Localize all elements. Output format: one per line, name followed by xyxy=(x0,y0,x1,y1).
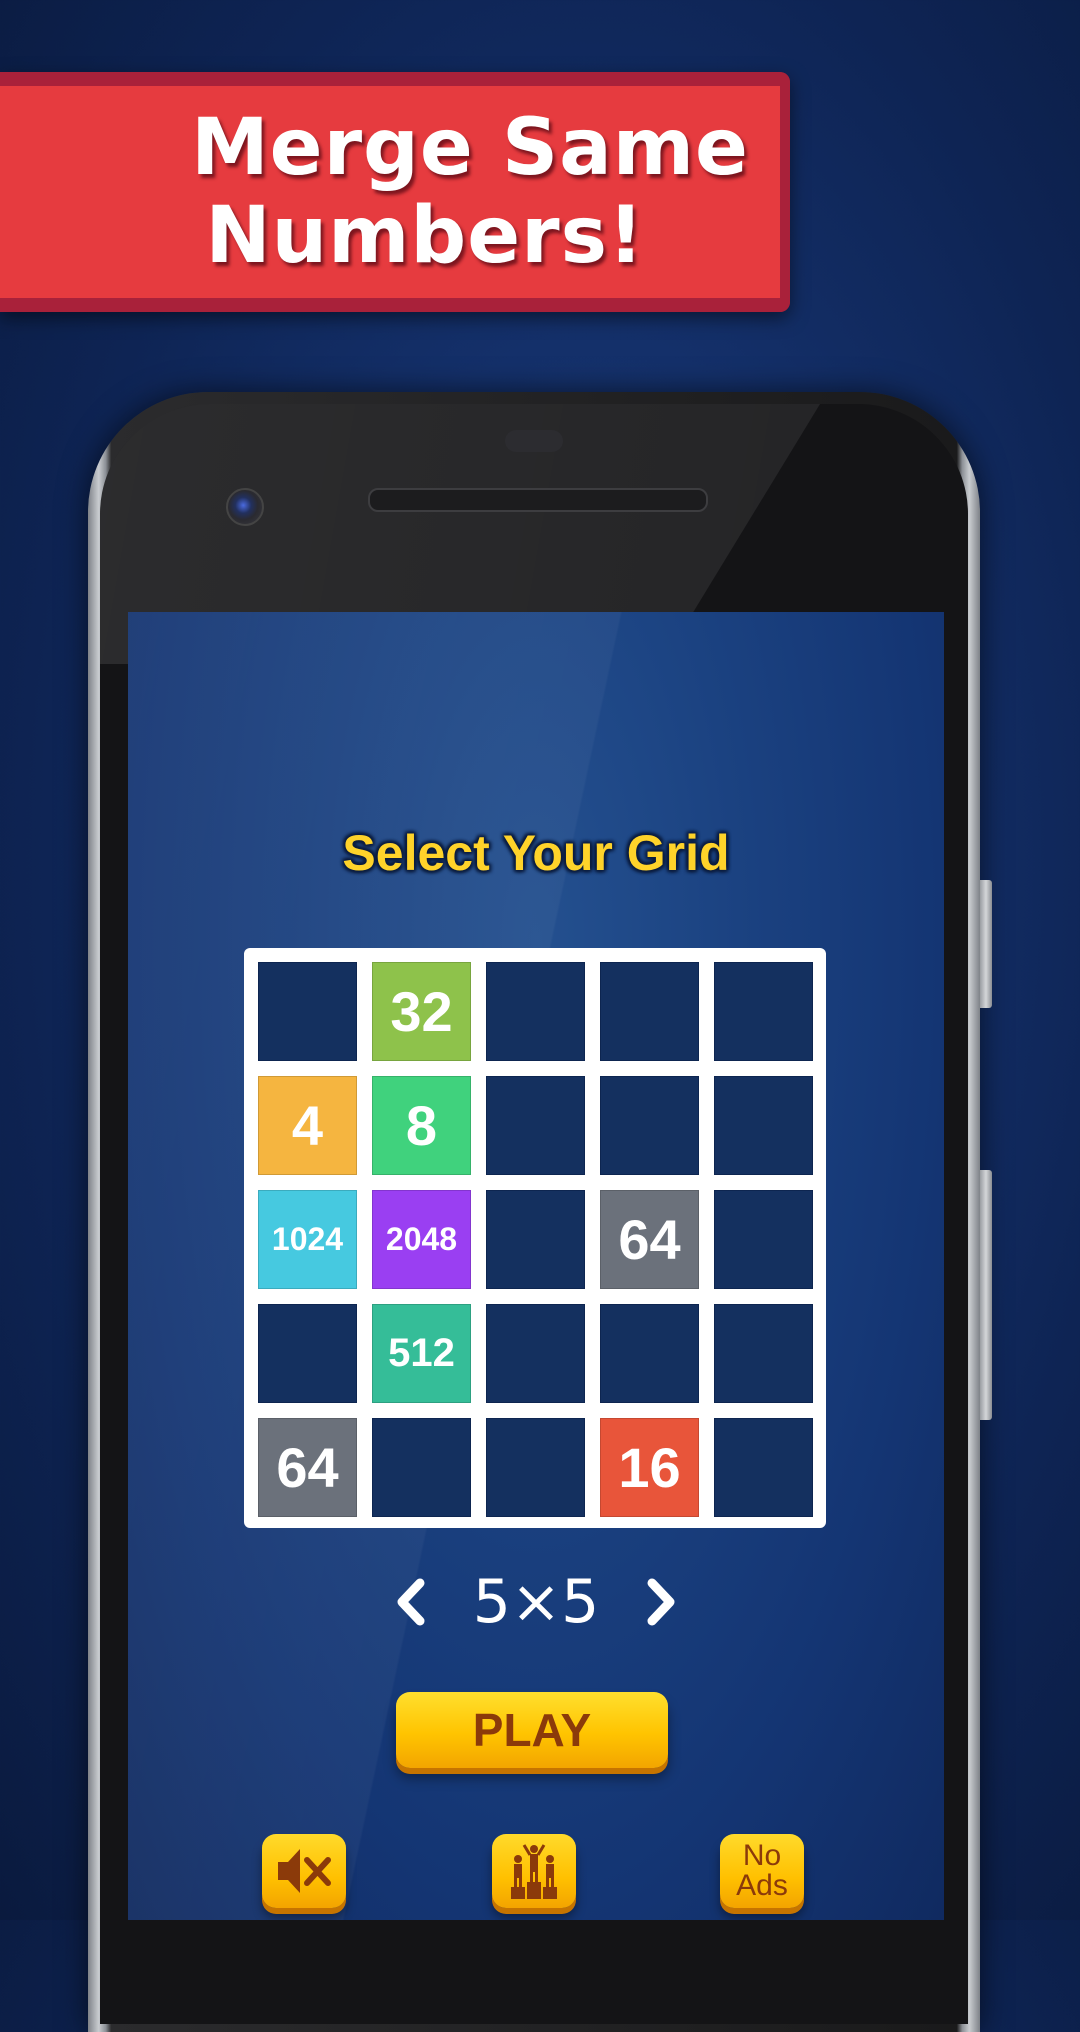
grid-tile: 2048 xyxy=(372,1190,471,1289)
grid-cell-empty xyxy=(372,1418,471,1517)
phone-earpiece xyxy=(368,488,708,512)
grid-tile: 64 xyxy=(258,1418,357,1517)
game-screen: Select Your Grid 32 4 8 1024 2048 64 512 64 16 5… xyxy=(128,612,944,1920)
grid-cell-empty xyxy=(486,962,585,1061)
phone-volume-button xyxy=(980,1170,992,1420)
grid-cell-empty xyxy=(714,962,813,1061)
grid-cell-empty xyxy=(600,1076,699,1175)
phone-sensor xyxy=(505,430,563,452)
banner-headline-line1: Merge Same xyxy=(191,103,749,193)
sound-toggle-button[interactable] xyxy=(262,1834,346,1908)
no-ads-label-line1: No xyxy=(742,1839,782,1872)
grid-cell-empty xyxy=(486,1418,585,1517)
grid-cell-empty xyxy=(258,962,357,1061)
grid-tile: 8 xyxy=(372,1076,471,1175)
grid-cell-empty xyxy=(600,962,699,1061)
promo-banner: Merge Same Numbers! xyxy=(0,72,790,312)
grid-size-label: 5×5 xyxy=(472,1567,600,1637)
grid-size-selector: 5×5 xyxy=(128,1562,944,1642)
no-ads-label-line2: Ads xyxy=(736,1869,788,1902)
grid-preview-board: 32 4 8 1024 2048 64 512 64 16 xyxy=(244,948,826,1528)
grid-cell-empty xyxy=(486,1076,585,1175)
grid-cell-empty xyxy=(714,1418,813,1517)
grid-cell-empty xyxy=(714,1304,813,1403)
grid-tile: 1024 xyxy=(258,1190,357,1289)
page-title: Select Your Grid xyxy=(342,825,730,881)
next-grid-size-button[interactable] xyxy=(631,1572,691,1632)
grid-cell-empty xyxy=(600,1304,699,1403)
no-ads-label: No Ads xyxy=(736,1841,788,1901)
grid-tile: 32 xyxy=(372,962,471,1061)
prev-grid-size-button[interactable] xyxy=(381,1572,441,1632)
grid-cell-empty xyxy=(486,1304,585,1403)
grid-tile: 4 xyxy=(258,1076,357,1175)
grid-tile: 512 xyxy=(372,1304,471,1403)
grid-cell-empty xyxy=(258,1304,357,1403)
chevron-left-icon xyxy=(397,1578,425,1626)
no-ads-button[interactable]: No Ads xyxy=(720,1834,804,1908)
leaderboard-button[interactable] xyxy=(492,1834,576,1908)
banner-headline-line2: Numbers! xyxy=(205,191,645,281)
chevron-right-icon xyxy=(647,1578,675,1626)
front-camera-icon xyxy=(226,488,264,526)
grid-cell-empty xyxy=(714,1190,813,1289)
podium-icon xyxy=(511,1844,557,1899)
grid-tile: 64 xyxy=(600,1190,699,1289)
phone-power-button xyxy=(980,880,992,1008)
play-button[interactable]: PLAY xyxy=(396,1692,668,1768)
grid-cell-empty xyxy=(714,1076,813,1175)
grid-tile: 16 xyxy=(600,1418,699,1517)
speaker-muted-icon xyxy=(278,1849,331,1893)
grid-cell-empty xyxy=(486,1190,585,1289)
